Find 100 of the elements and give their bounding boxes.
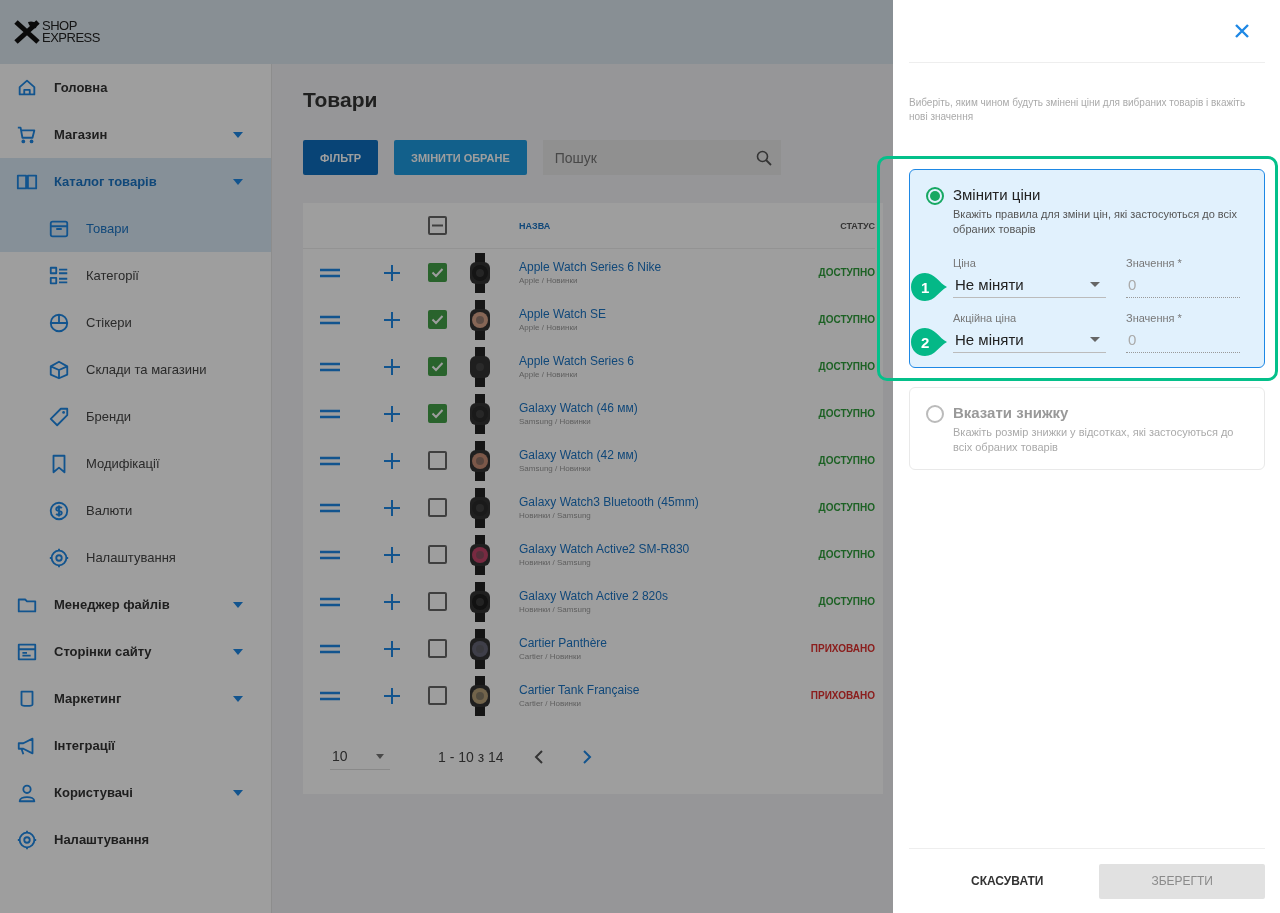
field-label: Акційна ціна (953, 312, 1018, 324)
sidebar-item[interactable]: Товари (0, 205, 271, 252)
status-label: ДОСТУПНО (818, 267, 875, 278)
option-description: Вкажіть розмір знижки у відсотках, які застосуються до всіх обраних товарів (953, 425, 1235, 455)
plus-icon[interactable] (384, 687, 400, 704)
product-link[interactable]: Apple Watch Series 6 (519, 354, 819, 368)
sidebar-item[interactable]: Маркетинг (0, 675, 271, 722)
page-size-select[interactable]: 10 (330, 743, 390, 770)
sidebar-item[interactable]: Сторінки сайту (0, 628, 271, 675)
sidebar-item[interactable]: Інтеграції (0, 722, 271, 769)
plus-icon[interactable] (384, 452, 400, 469)
next-page-icon[interactable] (581, 749, 592, 764)
product-category: Apple / Новинки (519, 370, 579, 379)
value-field[interactable]: 0 (1126, 272, 1240, 298)
sidebar-item[interactable]: Налаштування (0, 534, 271, 581)
radio-button[interactable] (926, 405, 944, 423)
option-card[interactable]: Вказати знижку Вкажіть розмір знижки у відсотках, які застосуються до всіх обраних товарів (909, 387, 1265, 470)
tag-icon (48, 405, 70, 428)
select-all-checkbox[interactable] (428, 216, 447, 235)
plus-icon[interactable] (384, 264, 400, 281)
sidebar-item[interactable]: Менеджер файлів (0, 581, 271, 628)
row-checkbox[interactable] (428, 592, 447, 611)
sidebar-item[interactable]: Модифікації (0, 440, 271, 487)
price-select[interactable]: Не міняти (953, 327, 1106, 353)
product-link[interactable]: Galaxy Watch Active2 SM-R830 (519, 542, 819, 556)
drag-handle-icon (320, 360, 340, 373)
price-select[interactable]: Не міняти (953, 272, 1106, 298)
product-category: Apple / Новинки (519, 276, 579, 285)
drag-handle-icon (320, 454, 340, 467)
option-description: Вкажіть правила для зміни цін, які застосуються до всіх обраних товарів (953, 207, 1239, 237)
product-link[interactable]: Galaxy Watch Active 2 820s (519, 589, 819, 603)
caret-icon (1090, 282, 1100, 287)
product-link[interactable]: Cartier Panthère (519, 636, 811, 650)
check-icon (431, 360, 444, 373)
product-link[interactable]: Cartier Tank Française (519, 683, 811, 697)
row-checkbox[interactable] (428, 639, 447, 658)
status-label: ДОСТУПНО (818, 549, 875, 560)
product-link[interactable]: Galaxy Watch (42 мм) (519, 448, 819, 462)
product-link[interactable]: Galaxy Watch (46 мм) (519, 401, 819, 415)
plus-icon[interactable] (384, 405, 400, 422)
row-checkbox[interactable] (428, 545, 447, 564)
product-link[interactable]: Galaxy Watch3 Bluetooth (45mm) (519, 495, 819, 509)
option-title: Вказати знижку (953, 404, 1070, 421)
sidebar-item[interactable]: Головна (0, 64, 271, 111)
sidebar-item[interactable]: Каталог товарів (0, 158, 271, 205)
cancel-button[interactable]: СКАСУВАТИ (955, 866, 1060, 896)
step-badge: 1 (911, 273, 947, 301)
product-link[interactable]: Apple Watch SE (519, 307, 819, 321)
row-checkbox[interactable] (428, 404, 447, 423)
sidebar-item[interactable]: Магазин (0, 111, 271, 158)
plus-icon[interactable] (384, 311, 400, 328)
row-checkbox[interactable] (428, 310, 447, 329)
radio-button[interactable] (926, 187, 944, 205)
value-field[interactable]: 0 (1126, 327, 1240, 353)
column-header[interactable]: НАЗВА (519, 220, 841, 231)
dollar-icon (48, 499, 70, 522)
sidebar-item[interactable]: Склади та магазини (0, 346, 271, 393)
settings-icon (48, 546, 70, 569)
search-icon (755, 150, 772, 166)
row-checkbox[interactable] (428, 263, 447, 282)
sidebar-item[interactable]: Бренди (0, 393, 271, 440)
status-label: ДОСТУПНО (818, 596, 875, 607)
status-label: ПРИХОВАНО (810, 643, 875, 654)
step-badge: 2 (911, 328, 947, 356)
plus-icon[interactable] (384, 640, 400, 657)
sticker-icon (48, 311, 70, 334)
row-checkbox[interactable] (428, 498, 447, 517)
sidebar-item[interactable]: Стікери (0, 299, 271, 346)
plus-icon[interactable] (384, 593, 400, 610)
row-checkbox[interactable] (428, 451, 447, 470)
status-label: ДОСТУПНО (818, 314, 875, 325)
drag-handle-icon (320, 266, 340, 279)
page-title: Товари (303, 88, 378, 113)
check-icon (431, 313, 444, 326)
drag-handle-icon (320, 313, 340, 326)
logo-icon (14, 20, 40, 44)
field-label: Ціна (953, 257, 977, 269)
check-icon (431, 266, 444, 279)
sidebar-item[interactable]: Налаштування (0, 816, 271, 863)
row-checkbox[interactable] (428, 357, 447, 376)
filter-button[interactable]: ФІЛЬТР (303, 140, 378, 175)
sidebar-item[interactable]: Валюти (0, 487, 271, 534)
product-link[interactable]: Apple Watch Series 6 Nike (519, 260, 819, 274)
status-label: ПРИХОВАНО (810, 690, 875, 701)
list-icon (48, 264, 70, 287)
column-header: СТАТУС (840, 220, 875, 231)
sidebar-item[interactable]: Користувачі (0, 769, 271, 816)
search-field[interactable]: Пошук (542, 140, 781, 175)
row-checkbox[interactable] (428, 686, 447, 705)
status-label: ДОСТУПНО (818, 502, 875, 513)
plus-icon[interactable] (384, 358, 400, 375)
logo-text: EXPRESS (42, 32, 100, 44)
sidebar-item[interactable]: Категорії (0, 252, 271, 299)
option-title: Змінити ціни (953, 186, 1042, 203)
option-card[interactable]: Змінити ціни Вкажіть правила для зміни цін, які застосуються до всіх обраних товарів 1 Ціна Не міняти Значення * 0 2 Акційна ціна Не міняти Значення * 0 (909, 169, 1265, 368)
field-label: Значення * (1126, 257, 1183, 269)
previous-page-icon[interactable] (533, 749, 544, 764)
plus-icon[interactable] (384, 499, 400, 516)
caret-icon (1090, 337, 1100, 342)
plus-icon[interactable] (384, 546, 400, 563)
